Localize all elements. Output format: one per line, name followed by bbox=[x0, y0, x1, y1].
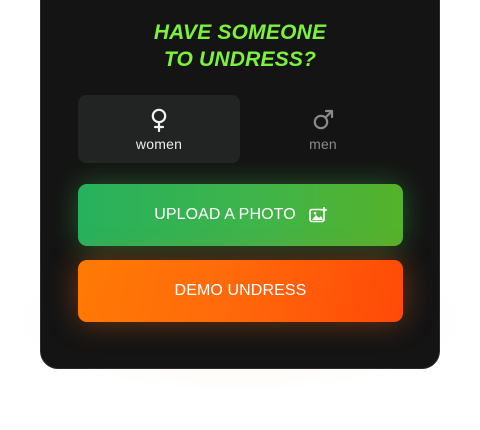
image-icon bbox=[308, 207, 327, 223]
female-symbol-icon bbox=[151, 108, 167, 132]
gender-label-women: women bbox=[135, 135, 183, 152]
demo-undress-label: DEMO UNDRESS bbox=[174, 282, 307, 299]
upload-photo-button[interactable]: UPLOAD A PHOTO bbox=[78, 184, 403, 246]
male-symbol-icon bbox=[313, 109, 334, 129]
headline-line-2: TO UNDRESS? bbox=[163, 48, 317, 71]
gender-option-men[interactable]: men bbox=[242, 95, 404, 163]
demo-undress-button[interactable]: DEMO UNDRESS bbox=[78, 260, 403, 322]
headline-line-1: HAVE SOMEONE bbox=[153, 21, 327, 44]
page: HAVE SOMEONE TO UNDRESS? women men UPLOA… bbox=[0, 0, 480, 430]
upload-photo-label: UPLOAD A PHOTO bbox=[154, 206, 296, 223]
headline: HAVE SOMEONE TO UNDRESS? bbox=[41, 19, 439, 73]
gender-toggle: women men bbox=[78, 95, 404, 163]
gender-label-men: men bbox=[309, 135, 337, 152]
gender-option-women[interactable]: women bbox=[78, 95, 240, 163]
undress-card: HAVE SOMEONE TO UNDRESS? women men UPLOA… bbox=[40, 0, 440, 369]
